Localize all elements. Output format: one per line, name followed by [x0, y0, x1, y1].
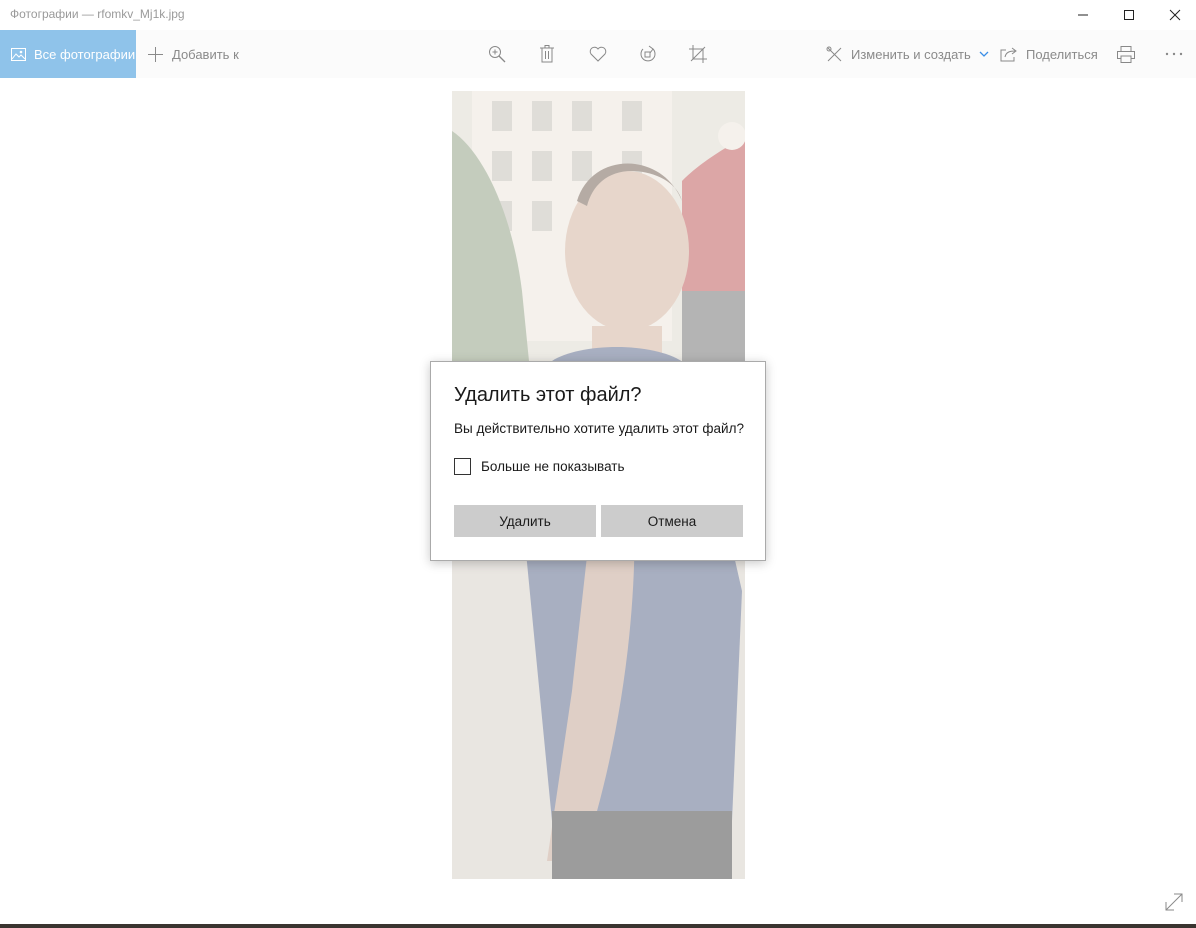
share-label: Поделиться — [1026, 46, 1098, 62]
dialog-message: Вы действительно хотите удалить этот фай… — [454, 421, 744, 436]
cancel-button[interactable]: Отмена — [601, 505, 743, 537]
add-to-button[interactable]: Добавить к — [148, 30, 239, 78]
favorite-icon — [589, 46, 607, 62]
filmstrip-edge — [0, 924, 1196, 928]
delete-button[interactable] — [527, 30, 567, 78]
plus-icon — [148, 46, 163, 62]
zoom-icon — [489, 46, 506, 63]
crop-icon — [689, 45, 707, 63]
all-photos-button[interactable]: Все фотографии — [0, 30, 136, 78]
dialog-title: Удалить этот файл? — [454, 384, 642, 406]
print-button[interactable] — [1106, 30, 1146, 78]
rotate-button[interactable] — [628, 30, 668, 78]
maximize-icon — [1124, 10, 1134, 20]
share-icon — [1000, 47, 1017, 62]
zoom-button[interactable] — [477, 30, 517, 78]
all-photos-label: Все фотографии — [34, 46, 136, 62]
photos-icon — [11, 47, 26, 61]
crop-button[interactable] — [678, 30, 718, 78]
chevron-down-icon — [979, 51, 989, 57]
delete-confirm-dialog: Удалить этот файл? Вы действительно хоти… — [430, 361, 766, 561]
fullscreen-button[interactable] — [1160, 888, 1188, 916]
window-title: Фотографии — rfomkv_Mj1k.jpg — [10, 7, 185, 21]
minimize-button[interactable] — [1060, 0, 1106, 30]
edit-create-icon — [826, 46, 842, 61]
maximize-button[interactable] — [1106, 0, 1152, 30]
title-bar: Фотографии — rfomkv_Mj1k.jpg — [0, 0, 1196, 30]
share-button[interactable]: Поделиться — [1000, 30, 1098, 78]
toolbar: Все фотографии Добавить к Изменить и соз… — [0, 30, 1196, 78]
rotate-icon — [640, 45, 656, 62]
dont-show-again-checkbox[interactable] — [454, 457, 471, 475]
dont-show-again-label: Больше не показывать — [481, 458, 625, 474]
dont-show-again-row[interactable]: Больше не показывать — [454, 456, 625, 476]
more-icon — [1165, 52, 1183, 56]
expand-icon — [1165, 893, 1183, 911]
minimize-icon — [1078, 14, 1088, 16]
print-icon — [1117, 45, 1135, 63]
edit-create-label: Изменить и создать — [851, 46, 971, 62]
favorite-button[interactable] — [578, 30, 618, 78]
delete-icon — [540, 45, 554, 63]
delete-button-confirm[interactable]: Удалить — [454, 505, 596, 537]
more-button[interactable] — [1154, 30, 1194, 78]
add-to-label: Добавить к — [172, 46, 239, 62]
close-icon — [1169, 9, 1181, 21]
close-button[interactable] — [1152, 0, 1196, 30]
edit-create-button[interactable]: Изменить и создать — [826, 30, 989, 78]
